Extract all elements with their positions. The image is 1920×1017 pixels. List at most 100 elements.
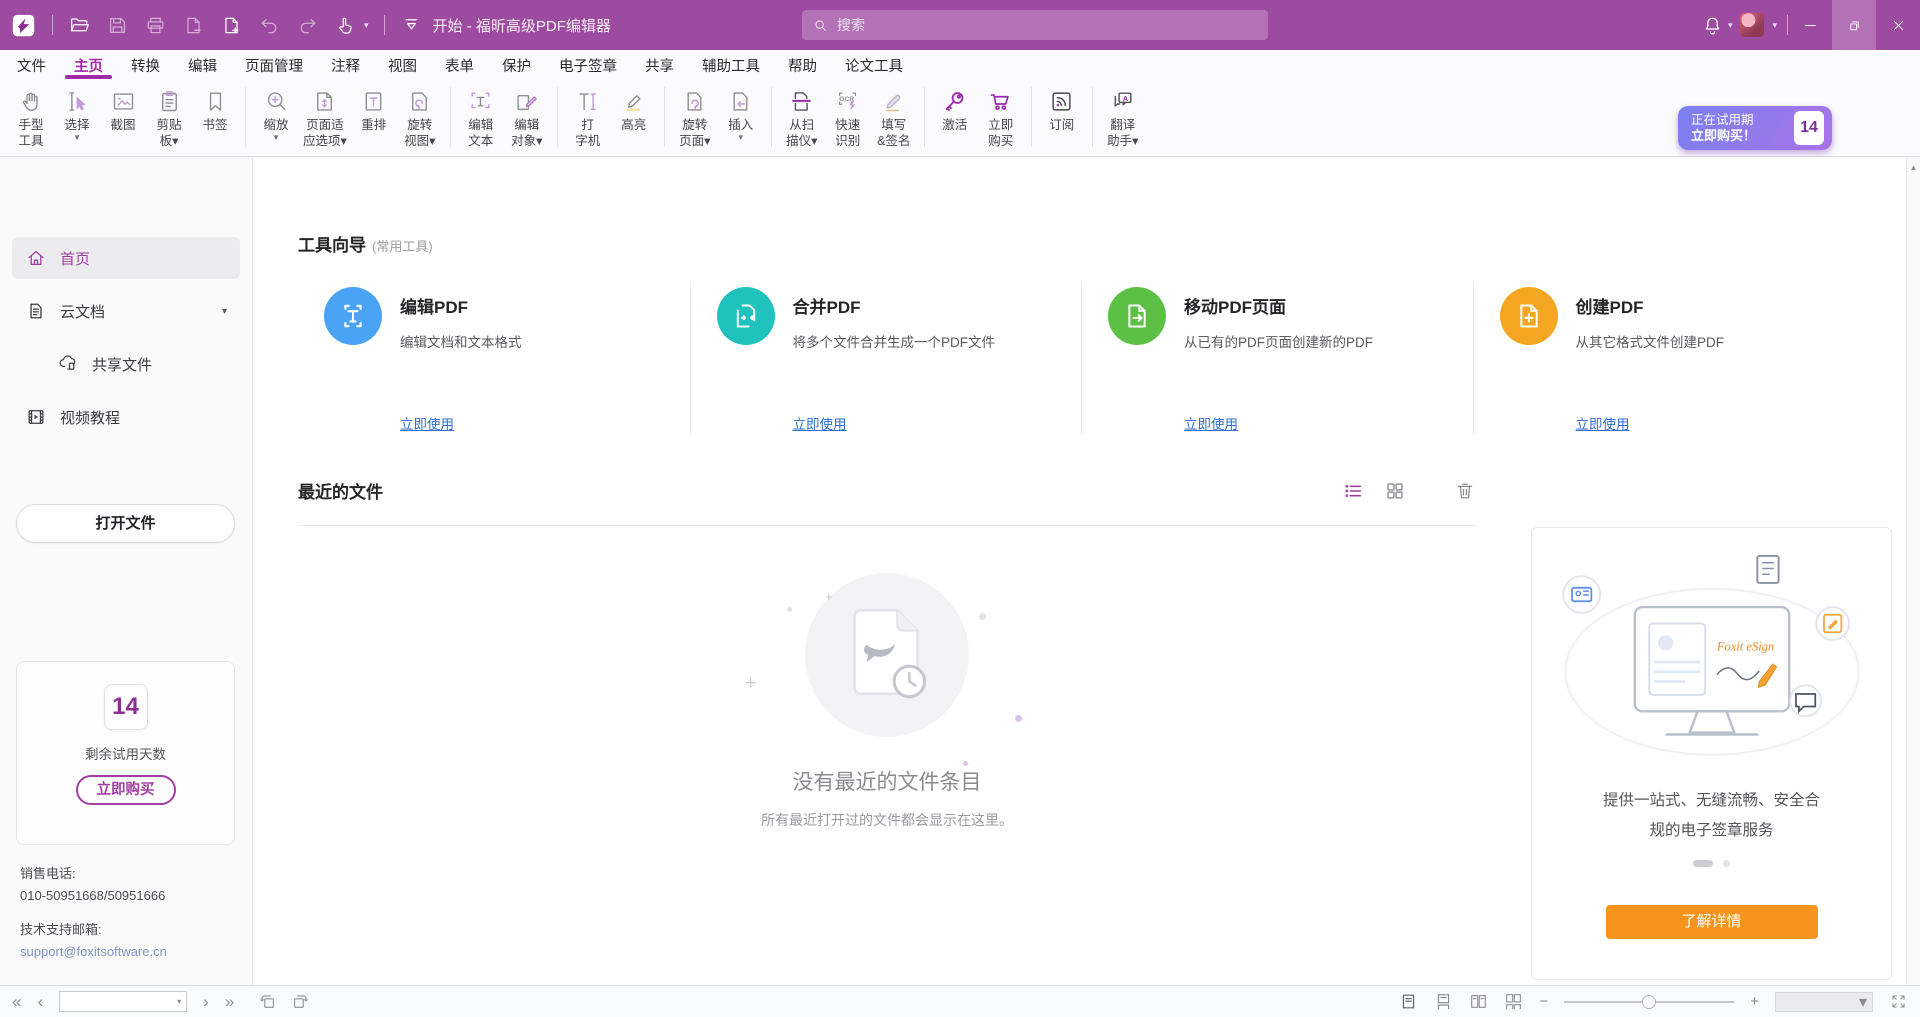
list-view-icon[interactable]	[1342, 480, 1364, 502]
single-page-view-icon[interactable]	[1399, 992, 1418, 1011]
chevron-down-icon[interactable]: ▾	[1859, 992, 1867, 1012]
save-icon[interactable]	[106, 14, 129, 37]
zoom-slider-knob[interactable]	[1642, 995, 1656, 1009]
facing-view-icon[interactable]	[1469, 992, 1488, 1011]
search-box[interactable]	[802, 10, 1268, 40]
tool-clipboard[interactable]: 剪贴板▾	[146, 85, 192, 150]
menu-item-file[interactable]: 文件	[10, 50, 53, 80]
first-page-button[interactable]: «	[12, 993, 21, 1010]
tool-from-scanner[interactable]: 从扫描仪▾	[779, 85, 825, 150]
open-file-icon[interactable]	[68, 14, 91, 37]
tool-page-fit-options[interactable]: 页面适应选项▾	[299, 85, 351, 150]
use-now-link[interactable]: 立即使用	[793, 413, 847, 433]
remove-page-icon[interactable]	[182, 14, 205, 37]
scrollbar[interactable]: ▲	[1906, 157, 1920, 985]
chevron-down-icon[interactable]: ▾	[222, 306, 227, 317]
tool-snapshot[interactable]: 截图	[100, 85, 146, 134]
tool-label: 工具	[18, 133, 43, 149]
rotate-left-icon[interactable]	[258, 992, 277, 1011]
menu-item-view[interactable]: 视图	[381, 50, 424, 80]
next-page-button[interactable]: ›	[203, 993, 209, 1010]
tool-fill-sign[interactable]: 填写&签名	[871, 85, 917, 150]
print-icon[interactable]	[144, 14, 167, 37]
tool-rotate-pages[interactable]: 旋转页面▾	[672, 85, 718, 150]
menu-item-form[interactable]: 表单	[438, 50, 481, 80]
notifications-icon[interactable]	[1701, 14, 1724, 37]
menu-item-page-manage[interactable]: 页面管理	[238, 50, 310, 80]
continuous-view-icon[interactable]	[1434, 992, 1453, 1011]
minimize-button[interactable]	[1788, 0, 1832, 50]
undo-icon[interactable]	[258, 14, 281, 37]
tool-buy-now[interactable]: 立即购买	[978, 85, 1024, 150]
sidebar-item-video-tutorials[interactable]: 视频教程	[12, 396, 240, 438]
menu-item-edit[interactable]: 编辑	[181, 50, 224, 80]
menu-item-protect[interactable]: 保护	[495, 50, 538, 80]
tool-bookmark[interactable]: 书签	[192, 85, 238, 134]
tool-typewriter[interactable]: 打字机	[565, 85, 611, 150]
scroll-up-icon[interactable]: ▲	[1907, 163, 1920, 172]
carousel-dot-active[interactable]	[1693, 860, 1713, 867]
tool-quick-ocr[interactable]: OCR快速识别	[825, 85, 871, 150]
menu-item-help[interactable]: 帮助	[781, 50, 824, 80]
zoom-in-button[interactable]: +	[1750, 993, 1759, 1010]
search-input[interactable]	[837, 17, 1258, 33]
carousel-dot[interactable]	[1723, 860, 1730, 867]
chevron-down-icon[interactable]: ▾	[177, 997, 181, 1006]
learn-more-button[interactable]: 了解详情	[1606, 905, 1818, 939]
tool-highlight[interactable]: 高亮	[611, 85, 657, 134]
use-now-link[interactable]: 立即使用	[1576, 413, 1630, 433]
zoom-slider[interactable]	[1564, 1001, 1734, 1003]
restore-button[interactable]	[1832, 0, 1876, 50]
previous-page-button[interactable]: ‹	[37, 993, 43, 1010]
tool-insert[interactable]: 插入▾	[718, 85, 764, 143]
tool-translate-assistant[interactable]: A翻译助手▾	[1100, 85, 1146, 150]
rotate-right-icon[interactable]	[291, 992, 310, 1011]
chevron-down-icon[interactable]: ▾	[364, 20, 369, 31]
menu-item-convert[interactable]: 转换	[124, 50, 167, 80]
facing-continuous-view-icon[interactable]	[1504, 992, 1523, 1011]
tool-edit-text[interactable]: 编辑文本	[458, 85, 504, 150]
collapse-ribbon-icon[interactable]	[400, 14, 423, 37]
page-number-input[interactable]	[65, 995, 177, 1009]
tool-activate[interactable]: 激活	[932, 85, 978, 134]
redo-icon[interactable]	[296, 14, 319, 37]
support-email-link[interactable]: support@foxitsoftware.cn	[20, 941, 167, 963]
user-avatar[interactable]	[1740, 13, 1764, 37]
menu-item-comment[interactable]: 注释	[324, 50, 367, 80]
menu-item-share[interactable]: 共享	[638, 50, 681, 80]
trial-badge[interactable]: 正在试用期 立即购买！ 14	[1678, 106, 1832, 150]
menu-item-paper-tools[interactable]: 论文工具	[838, 50, 910, 80]
menu-item-home[interactable]: 主页	[67, 50, 110, 80]
tool-zoom[interactable]: 缩放▾	[253, 85, 299, 143]
tool-hand-tool[interactable]: 手型工具	[8, 85, 54, 150]
open-file-button[interactable]: 打开文件	[16, 504, 235, 543]
sidebar-item-shared-files[interactable]: 共享文件	[12, 343, 240, 385]
chevron-down-icon[interactable]: ▾	[1728, 20, 1733, 31]
touch-mode-icon[interactable]	[334, 14, 357, 37]
use-now-link[interactable]: 立即使用	[1184, 413, 1238, 433]
fullscreen-icon[interactable]	[1889, 992, 1908, 1011]
tool-reflow[interactable]: 重排	[351, 85, 397, 134]
tool-subscribe[interactable]: 订阅	[1039, 85, 1085, 134]
add-page-icon[interactable]	[220, 14, 243, 37]
close-button[interactable]	[1876, 0, 1920, 50]
chevron-down-icon[interactable]: ▾	[1772, 20, 1777, 31]
zoom-level-box[interactable]: ▾	[1775, 992, 1873, 1012]
grid-view-icon[interactable]	[1384, 480, 1406, 502]
menu-item-esign[interactable]: 电子签章	[552, 50, 624, 80]
menu-item-accessibility[interactable]: 辅助工具	[695, 50, 767, 80]
zoom-out-button[interactable]: −	[1539, 993, 1548, 1010]
tool-rotate-view[interactable]: 旋转视图▾	[397, 85, 443, 150]
zoom-level-input[interactable]	[1781, 995, 1859, 1009]
tool-select[interactable]: 选择▾	[54, 85, 100, 143]
trial-card: 14 剩余试用天数 立即购买	[16, 661, 235, 845]
clear-recent-icon[interactable]	[1454, 480, 1476, 502]
carousel-dots[interactable]	[1532, 860, 1891, 867]
page-number-box[interactable]: ▾	[59, 991, 187, 1012]
tool-edit-object[interactable]: 编辑对象▾	[504, 85, 550, 150]
use-now-link[interactable]: 立即使用	[400, 413, 454, 433]
last-page-button[interactable]: »	[225, 993, 234, 1010]
sidebar-item-cloud-docs[interactable]: 云文档▾	[12, 290, 240, 332]
buy-now-button[interactable]: 立即购买	[76, 775, 176, 805]
sidebar-item-home[interactable]: 首页	[12, 237, 240, 279]
